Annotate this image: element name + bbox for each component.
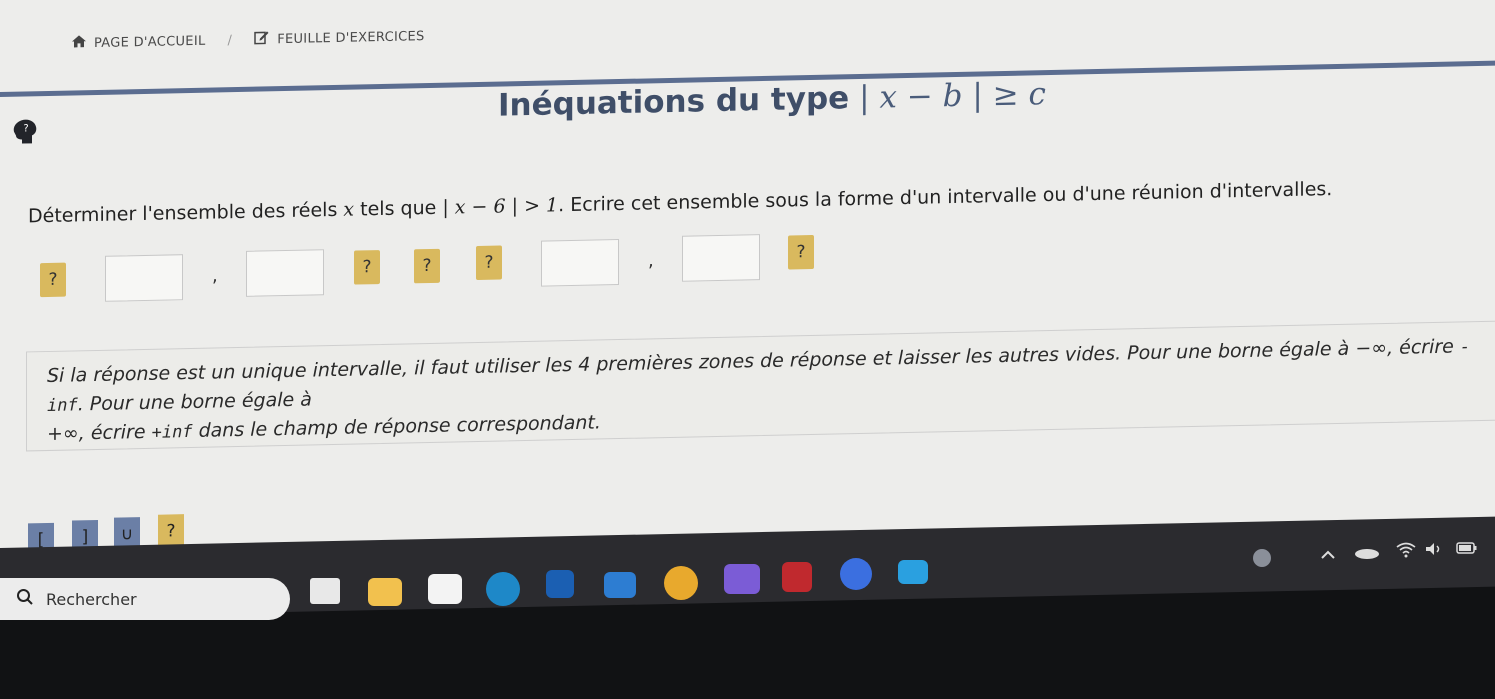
question-prefix: Déterminer l'ensemble des réels (28, 198, 338, 228)
answer-bracket-3[interactable]: ? (476, 245, 502, 281)
mcafee-icon[interactable] (782, 562, 812, 592)
instructions-box: Si la réponse est un unique intervalle, … (26, 320, 1495, 452)
answer-zone: ? , ? ? ? , ? (0, 231, 900, 310)
hint-code-inf-positive: +inf (151, 421, 193, 443)
edge-icon[interactable] (486, 572, 520, 606)
launcher-l-icon[interactable] (546, 570, 574, 598)
onedrive-icon[interactable] (1354, 544, 1380, 564)
answer-bracket-2[interactable]: ? (354, 250, 380, 285)
answer-bracket-4[interactable]: ? (788, 234, 814, 270)
hint-text-3: +∞, écrire (47, 420, 152, 446)
breadcrumb: PAGE D'ACCUEIL / FEUILLE D'EXERCICES (72, 27, 425, 52)
search-icon (16, 588, 34, 610)
home-icon (72, 35, 86, 51)
chevron-up-icon[interactable] (1320, 546, 1336, 565)
question-formula: | x − 6 | > 1 (442, 194, 559, 219)
breadcrumb-exercises-link[interactable]: FEUILLE D'EXERCICES (277, 29, 424, 47)
answer-bound-4-input[interactable] (682, 234, 760, 282)
task-view-icon[interactable] (310, 578, 340, 604)
page-title-text: Inéquations du type (498, 80, 850, 124)
search-placeholder: Rechercher (46, 589, 137, 609)
answer-comma-2: , (648, 250, 654, 272)
hint-text-2: . Pour une borne égale à (77, 388, 312, 416)
taskbar-search-box[interactable]: Rechercher (0, 578, 290, 620)
question-variable: x (343, 198, 355, 221)
edit-icon (254, 30, 269, 48)
webex-icon[interactable] (898, 560, 928, 584)
browser-page: PAGE D'ACCUEIL / FEUILLE D'EXERCICES ? I… (0, 0, 1495, 561)
volume-icon[interactable] (1424, 541, 1444, 561)
svg-text:?: ? (23, 123, 28, 134)
answer-bound-3-input[interactable] (541, 239, 619, 287)
store-icon[interactable] (428, 574, 462, 604)
outlook-icon[interactable] (604, 572, 636, 598)
symbol-toolbar: [ ] ∪ ? (28, 505, 228, 558)
help-brain-icon[interactable]: ? (10, 117, 40, 146)
answer-bound-1-input[interactable] (105, 254, 183, 302)
question-suffix: . Ecrire cet ensemble sous la forme d'un… (558, 178, 1333, 217)
weather-icon[interactable] (1250, 548, 1280, 574)
breadcrumb-separator: / (227, 32, 233, 48)
wifi-icon[interactable] (1396, 542, 1416, 562)
m365-icon[interactable] (724, 564, 760, 594)
answer-bracket-1[interactable]: ? (40, 262, 66, 298)
answer-bound-2-input[interactable] (246, 249, 324, 297)
hint-text-4: dans le champ de réponse correspondant. (192, 411, 601, 442)
file-explorer-icon[interactable] (368, 578, 402, 606)
hint-text-1: Si la réponse est un unique intervalle, … (47, 335, 1460, 388)
battery-icon[interactable] (1456, 540, 1478, 559)
answer-comma-1: , (212, 265, 218, 287)
question-middle: tels que (360, 196, 437, 221)
breadcrumb-home-link[interactable]: PAGE D'ACCUEIL (94, 33, 206, 50)
question-statement: Déterminer l'ensemble des réels x tels q… (28, 178, 1332, 227)
answer-union[interactable]: ? (414, 248, 440, 284)
zoom-icon[interactable] (840, 558, 872, 590)
chrome-icon[interactable] (664, 566, 698, 600)
page-title-formula: | x − b | ≥ c (859, 76, 1046, 117)
